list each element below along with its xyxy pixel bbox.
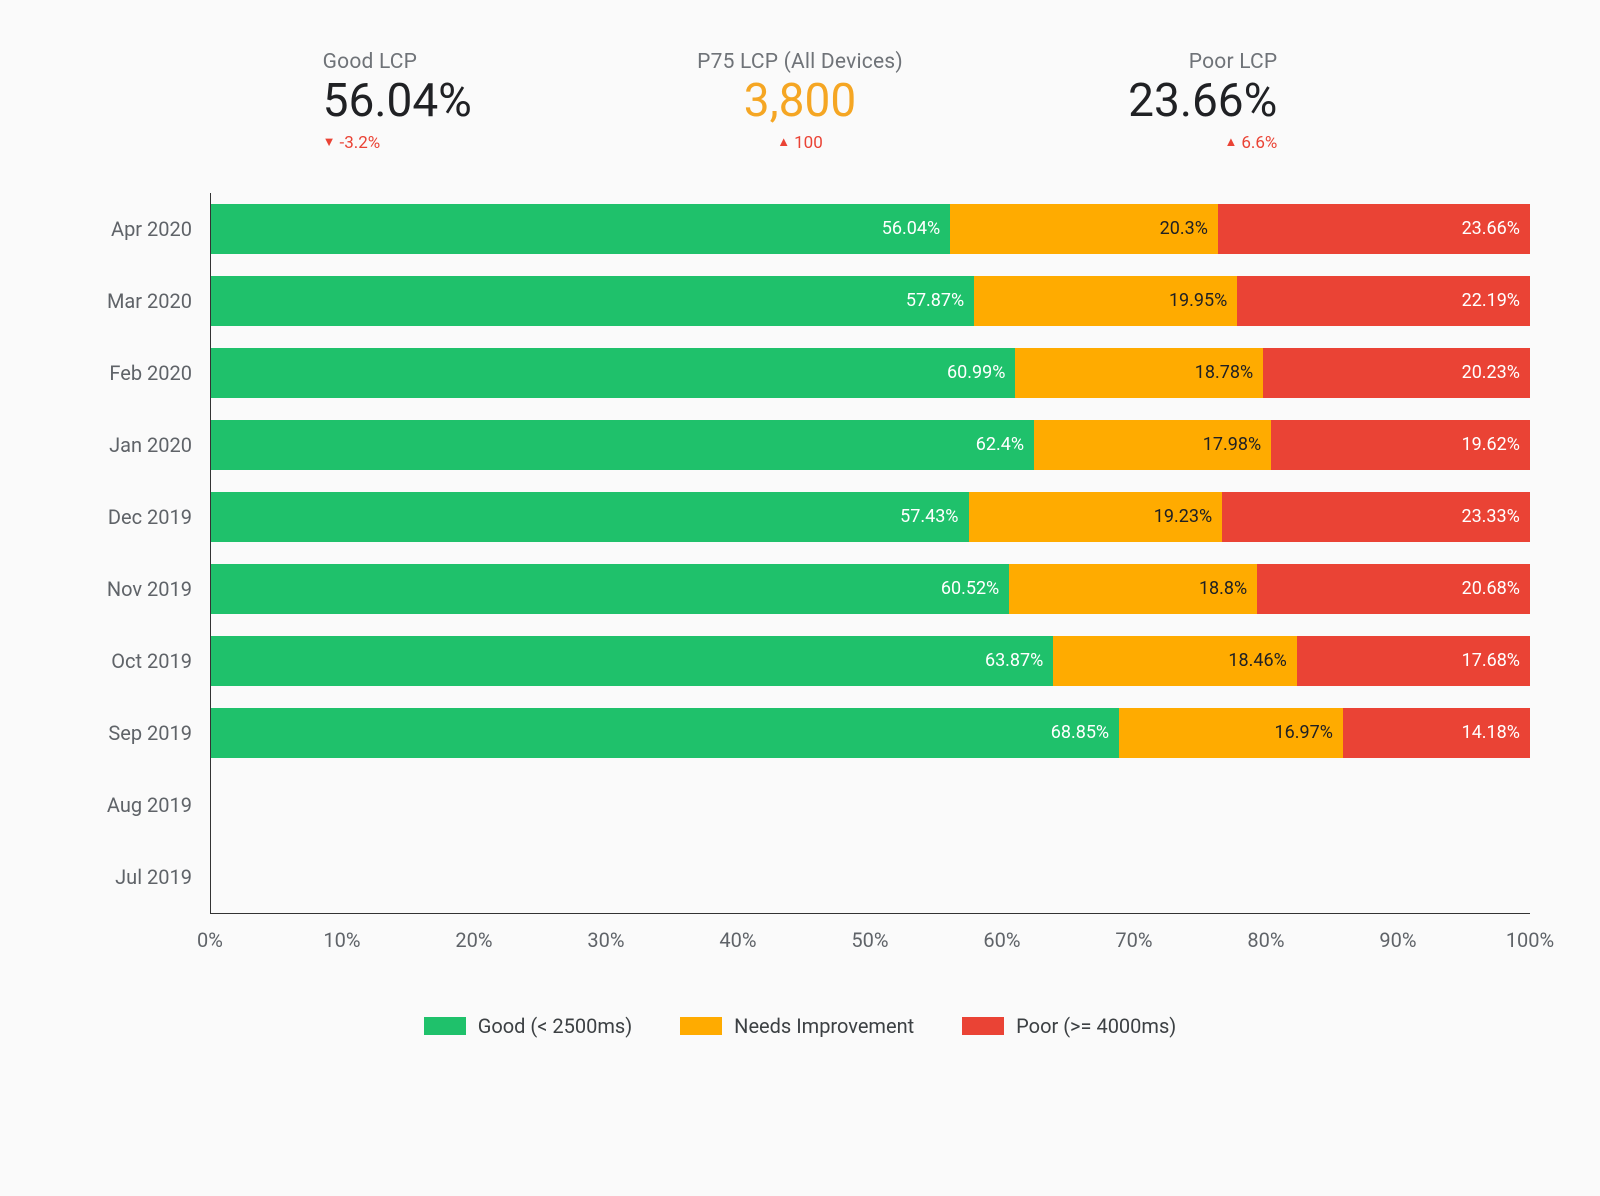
y-axis-labels: Apr 2020Mar 2020Feb 2020Jan 2020Dec 2019… — [70, 193, 210, 914]
bar-segment-needs-improvement: 18.78% — [1015, 348, 1263, 398]
bar-segment-good: 56.04% — [211, 204, 950, 254]
bar-row: 68.85%16.97%14.18% — [211, 697, 1530, 769]
bar-row: 56.04%20.3%23.66% — [211, 193, 1530, 265]
y-axis-label: Dec 2019 — [70, 481, 210, 553]
bar-segment-needs-improvement: 20.3% — [950, 204, 1218, 254]
bar-segment-poor: 14.18% — [1343, 708, 1530, 758]
y-axis-label: Oct 2019 — [70, 625, 210, 697]
legend-item-good: Good (< 2500ms) — [424, 1014, 632, 1038]
x-axis-tick: 80% — [1247, 928, 1284, 952]
metrics-header: Good LCP 56.04% ▼ -3.2% P75 LCP (All Dev… — [70, 50, 1530, 183]
bar-segment-good: 57.87% — [211, 276, 974, 326]
x-axis-tick: 40% — [719, 928, 756, 952]
metric-label: Poor LCP — [1189, 50, 1278, 74]
x-axis-tick: 90% — [1379, 928, 1416, 952]
bar-row: 62.4%17.98%19.62% — [211, 409, 1530, 481]
arrow-up-icon: ▲ — [777, 136, 790, 149]
bar-segment-poor: 22.19% — [1237, 276, 1530, 326]
chart-legend: Good (< 2500ms) Needs Improvement Poor (… — [70, 1014, 1530, 1038]
y-axis-label: Sep 2019 — [70, 697, 210, 769]
arrow-up-icon: ▲ — [1224, 136, 1237, 149]
y-axis-label: Aug 2019 — [70, 769, 210, 841]
y-axis-label: Jan 2020 — [70, 409, 210, 481]
y-axis-label: Feb 2020 — [70, 337, 210, 409]
bar-segment-needs-improvement: 19.95% — [974, 276, 1237, 326]
metric-label: Good LCP — [323, 50, 417, 74]
bar-segment-needs-improvement: 17.98% — [1034, 420, 1271, 470]
x-axis-tick: 60% — [983, 928, 1020, 952]
x-axis-tick: 100% — [1506, 928, 1554, 952]
legend-label: Good (< 2500ms) — [478, 1014, 632, 1038]
metric-good-lcp: Good LCP 56.04% ▼ -3.2% — [323, 50, 472, 153]
bar-row: 63.87%18.46%17.68% — [211, 625, 1530, 697]
bar-segment-poor: 17.68% — [1297, 636, 1530, 686]
y-axis-label: Apr 2020 — [70, 193, 210, 265]
metric-delta: ▲ 100 — [777, 133, 823, 153]
bar-segment-poor: 19.62% — [1271, 420, 1530, 470]
chart-plot-area: 56.04%20.3%23.66%57.87%19.95%22.19%60.99… — [210, 193, 1530, 914]
x-axis: 0%10%20%30%40%50%60%70%80%90%100% — [70, 924, 1530, 954]
x-axis-tick: 50% — [851, 928, 888, 952]
x-axis-tick: 30% — [587, 928, 624, 952]
legend-label: Poor (>= 4000ms) — [1016, 1014, 1176, 1038]
bar-segment-good: 60.99% — [211, 348, 1015, 398]
bar-segment-good: 68.85% — [211, 708, 1119, 758]
x-axis-tick: 0% — [197, 928, 223, 952]
bar-row: 57.87%19.95%22.19% — [211, 265, 1530, 337]
metric-poor-lcp: Poor LCP 23.66% ▲ 6.6% — [1128, 50, 1277, 153]
bar-segment-poor: 23.33% — [1222, 492, 1530, 542]
bar-row: 57.43%19.23%23.33% — [211, 481, 1530, 553]
stacked-bar-chart: Apr 2020Mar 2020Feb 2020Jan 2020Dec 2019… — [70, 183, 1530, 914]
metric-label: P75 LCP (All Devices) — [697, 50, 903, 74]
legend-swatch-needs-improvement — [680, 1017, 722, 1035]
x-axis-tick: 70% — [1115, 928, 1152, 952]
legend-swatch-poor — [962, 1017, 1004, 1035]
metric-delta: ▼ -3.2% — [323, 133, 381, 153]
metric-delta-value: 100 — [794, 133, 823, 153]
bar-segment-good: 62.4% — [211, 420, 1034, 470]
bar-segment-needs-improvement: 18.8% — [1009, 564, 1257, 614]
bar-row — [211, 769, 1530, 841]
bar-segment-good: 60.52% — [211, 564, 1009, 614]
arrow-down-icon: ▼ — [323, 136, 336, 149]
y-axis-label: Jul 2019 — [70, 841, 210, 913]
bar-row — [211, 841, 1530, 913]
legend-item-poor: Poor (>= 4000ms) — [962, 1014, 1176, 1038]
bar-segment-poor: 20.68% — [1257, 564, 1530, 614]
metric-value: 56.04% — [323, 76, 472, 127]
x-axis-ticks: 0%10%20%30%40%50%60%70%80%90%100% — [210, 924, 1530, 954]
metric-delta: ▲ 6.6% — [1224, 133, 1277, 153]
bar-segment-good: 63.87% — [211, 636, 1053, 686]
metric-delta-value: -3.2% — [340, 133, 381, 153]
bar-segment-needs-improvement: 18.46% — [1053, 636, 1296, 686]
bar-segment-poor: 23.66% — [1218, 204, 1530, 254]
bar-segment-needs-improvement: 16.97% — [1119, 708, 1343, 758]
x-axis-tick: 20% — [455, 928, 492, 952]
bar-row: 60.52%18.8%20.68% — [211, 553, 1530, 625]
legend-swatch-good — [424, 1017, 466, 1035]
bar-row: 60.99%18.78%20.23% — [211, 337, 1530, 409]
legend-item-needs-improvement: Needs Improvement — [680, 1014, 914, 1038]
metric-value: 23.66% — [1128, 76, 1277, 127]
metric-value: 3,800 — [744, 76, 856, 127]
y-axis-label: Nov 2019 — [70, 553, 210, 625]
bar-segment-needs-improvement: 19.23% — [969, 492, 1223, 542]
legend-label: Needs Improvement — [734, 1014, 914, 1038]
bar-segment-good: 57.43% — [211, 492, 969, 542]
bar-segment-poor: 20.23% — [1263, 348, 1530, 398]
y-axis-label: Mar 2020 — [70, 265, 210, 337]
metric-delta-value: 6.6% — [1241, 133, 1277, 153]
x-axis-tick: 10% — [323, 928, 360, 952]
metric-p75-lcp: P75 LCP (All Devices) 3,800 ▲ 100 — [697, 50, 903, 153]
